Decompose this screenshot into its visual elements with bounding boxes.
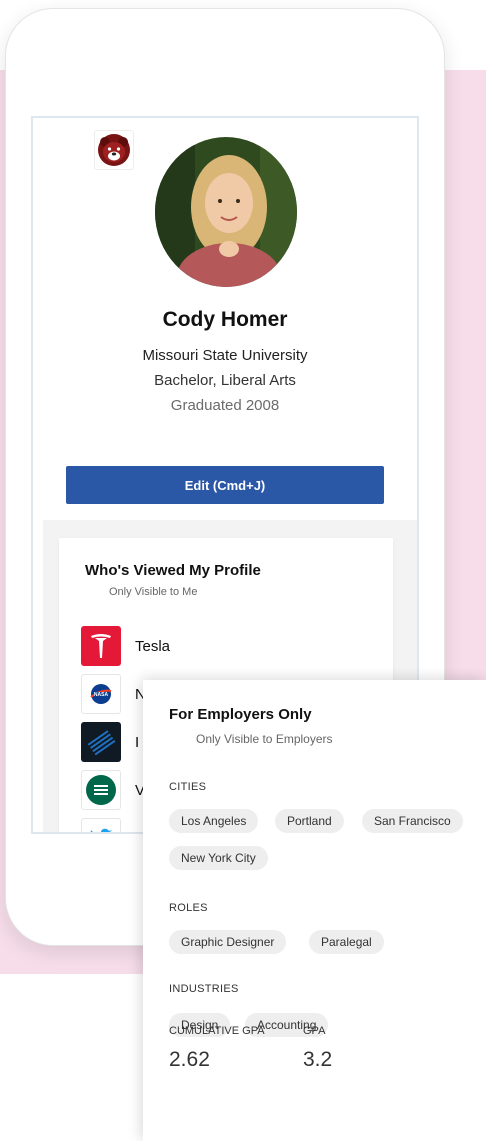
profile-name: Cody Homer <box>162 308 288 331</box>
role-chip[interactable]: Graphic Designer <box>169 930 287 954</box>
whole-foods-logo-icon <box>81 770 121 810</box>
gpa-value: 3.2 <box>303 1048 333 1071</box>
svg-text:NASA: NASA <box>94 692 109 698</box>
roles-label: ROLES <box>169 902 208 914</box>
cumulative-gpa-value: 2.62 <box>169 1048 210 1071</box>
profile-avatar <box>155 137 297 287</box>
profile-viewers-title: Who's Viewed My Profile <box>85 562 261 579</box>
cumulative-gpa-label: CUMULATIVE GPA <box>169 1025 265 1037</box>
role-chip[interactable]: Paralegal <box>309 930 384 954</box>
viewer-company-name: Tesla <box>135 637 171 655</box>
profile-viewers-subtitle: Only Visible to Me <box>109 586 198 598</box>
cities-label: CITIES <box>169 781 207 793</box>
employers-card-subtitle: Only Visible to Employers <box>196 732 333 746</box>
viewer-company-name: I <box>135 733 140 751</box>
profile-school: Missouri State University <box>142 347 308 364</box>
industries-label: INDUSTRIES <box>169 983 239 995</box>
city-chip[interactable]: New York City <box>169 846 268 870</box>
employers-card-title: For Employers Only <box>169 706 312 723</box>
edit-profile-button[interactable]: Edit (Cmd+J) <box>66 466 384 504</box>
profile-degree: Bachelor, Liberal Arts <box>154 372 296 389</box>
employers-only-card: For Employers Only Only Visible to Emplo… <box>143 680 486 1141</box>
city-chip[interactable]: Los Angeles <box>169 809 259 833</box>
city-chip[interactable]: San Francisco <box>362 809 463 833</box>
nasa-logo-icon: NASA <box>81 674 121 714</box>
tesla-logo-icon <box>81 626 121 666</box>
profile-graduated: Graduated 2008 <box>170 397 280 414</box>
gpa-label: GPA <box>303 1025 326 1037</box>
ibm-logo-icon <box>81 722 121 762</box>
city-chip[interactable]: Portland <box>275 809 344 833</box>
twitter-logo-icon <box>81 818 121 832</box>
viewer-row[interactable]: Tesla <box>81 626 381 666</box>
school-logo <box>94 130 134 170</box>
bear-mascot-icon <box>98 134 130 166</box>
